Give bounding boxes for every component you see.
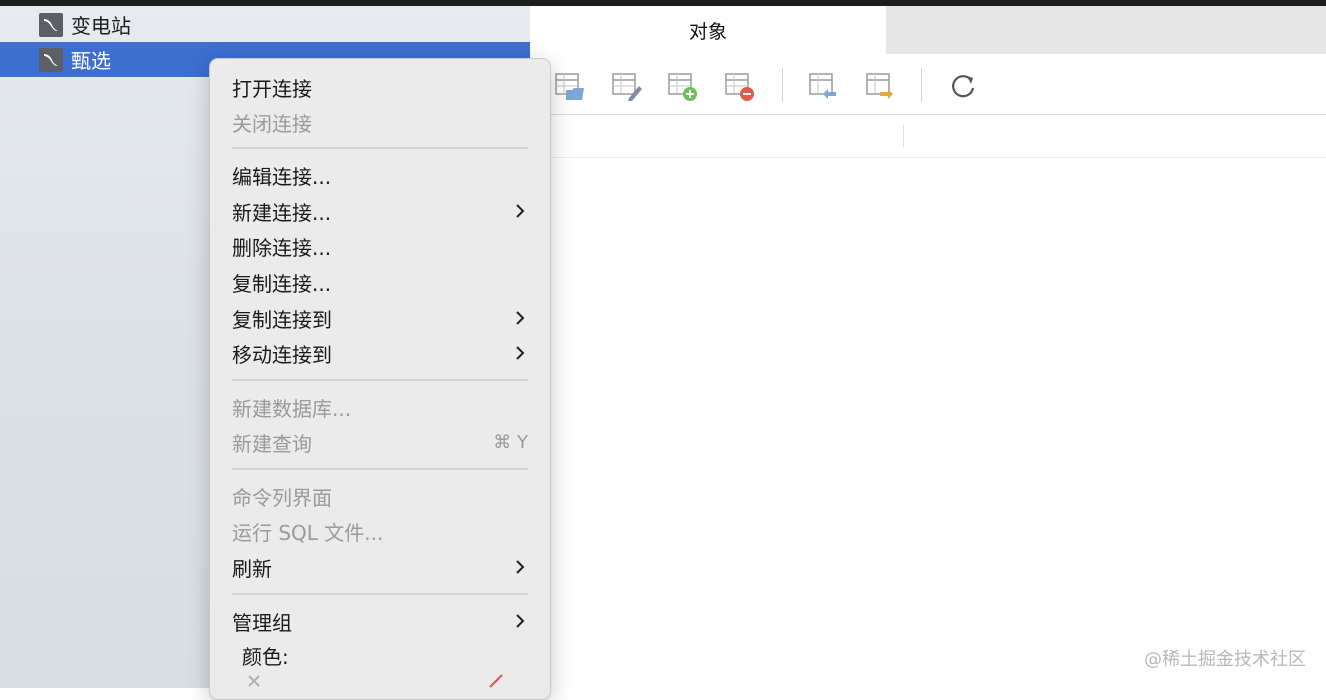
toolbar-separator (921, 68, 922, 102)
menu-item-label: 编辑连接... (232, 164, 332, 189)
new-table-icon[interactable] (667, 70, 699, 102)
mysql-dolphin-icon (39, 12, 63, 37)
mysql-dolphin-icon (39, 47, 63, 72)
menu-item-label: 运行 SQL 文件... (232, 520, 384, 545)
object-list-header (530, 115, 1326, 158)
menu-item-manage-group[interactable]: 管理组 (232, 604, 528, 638)
menu-item-label: 新建数据库... (232, 396, 352, 421)
menu-item-label: 复制连接... (232, 271, 332, 296)
chevron-right-icon (516, 311, 525, 325)
refresh-icon[interactable] (947, 70, 979, 102)
menu-item-edit-connection[interactable]: 编辑连接... (232, 158, 528, 192)
menu-item-label: 移动连接到 (232, 342, 332, 367)
menu-item-new-query: 新建查询 ⌘ Y (232, 425, 528, 459)
color-label: 颜色: (242, 645, 289, 669)
chevron-right-icon (516, 204, 525, 218)
toolbar-separator (782, 68, 783, 102)
object-list-area (530, 158, 1326, 688)
chevron-right-icon (516, 346, 525, 360)
object-toolbar (530, 54, 1326, 115)
shortcut-label: ⌘ Y (493, 431, 528, 453)
menu-item-label: 删除连接... (232, 235, 332, 260)
menu-item-open-connection[interactable]: 打开连接 (232, 70, 528, 104)
menu-item-close-connection: 关闭连接 (232, 105, 528, 139)
menu-item-move-connection-to[interactable]: 移动连接到 (232, 336, 528, 370)
menu-item-refresh[interactable]: 刷新 (232, 550, 528, 584)
tab-bar: 对象 (530, 6, 1326, 54)
chevron-right-icon (516, 560, 525, 574)
design-table-icon[interactable] (611, 70, 643, 102)
column-separator (903, 125, 904, 147)
menu-separator (232, 593, 528, 595)
menu-item-label: 刷新 (232, 556, 272, 581)
menu-item-new-connection[interactable]: 新建连接... (232, 194, 528, 228)
color-swatch-red[interactable] (486, 673, 504, 689)
connection-item[interactable]: 变电站 (0, 7, 530, 42)
open-table-icon[interactable] (554, 70, 586, 102)
menu-separator (232, 147, 528, 149)
chevron-right-icon (516, 614, 525, 628)
menu-item-run-sql-file: 运行 SQL 文件... (232, 514, 528, 548)
menu-item-console: 命令列界面 (232, 479, 528, 513)
no-color-icon[interactable] (246, 673, 262, 689)
menu-item-label: 命令列界面 (232, 485, 332, 510)
menu-item-label: 管理组 (232, 610, 292, 635)
watermark: @稀土掘金技术社区 (1144, 649, 1306, 670)
import-wizard-icon[interactable] (808, 70, 840, 102)
menu-item-duplicate-connection[interactable]: 复制连接... (232, 265, 528, 299)
menu-item-label: 新建连接... (232, 200, 332, 225)
menu-item-label: 复制连接到 (232, 307, 332, 332)
menu-item-label: 新建查询 (232, 431, 312, 456)
connection-label: 变电站 (71, 14, 131, 38)
menu-item-label: 打开连接 (232, 76, 312, 101)
menu-separator (232, 379, 528, 381)
menu-item-new-database: 新建数据库... (232, 390, 528, 424)
menu-separator (232, 468, 528, 470)
menu-item-copy-connection-to[interactable]: 复制连接到 (232, 301, 528, 335)
menu-item-label: 关闭连接 (232, 111, 312, 136)
context-menu: 打开连接 关闭连接 编辑连接... 新建连接... 删除连接... 复制连接..… (209, 58, 551, 700)
menu-item-delete-connection[interactable]: 删除连接... (232, 229, 528, 263)
tab-objects[interactable]: 对象 (530, 6, 886, 54)
export-wizard-icon[interactable] (865, 70, 897, 102)
connection-label: 甄选 (71, 49, 111, 73)
delete-table-icon[interactable] (724, 70, 756, 102)
